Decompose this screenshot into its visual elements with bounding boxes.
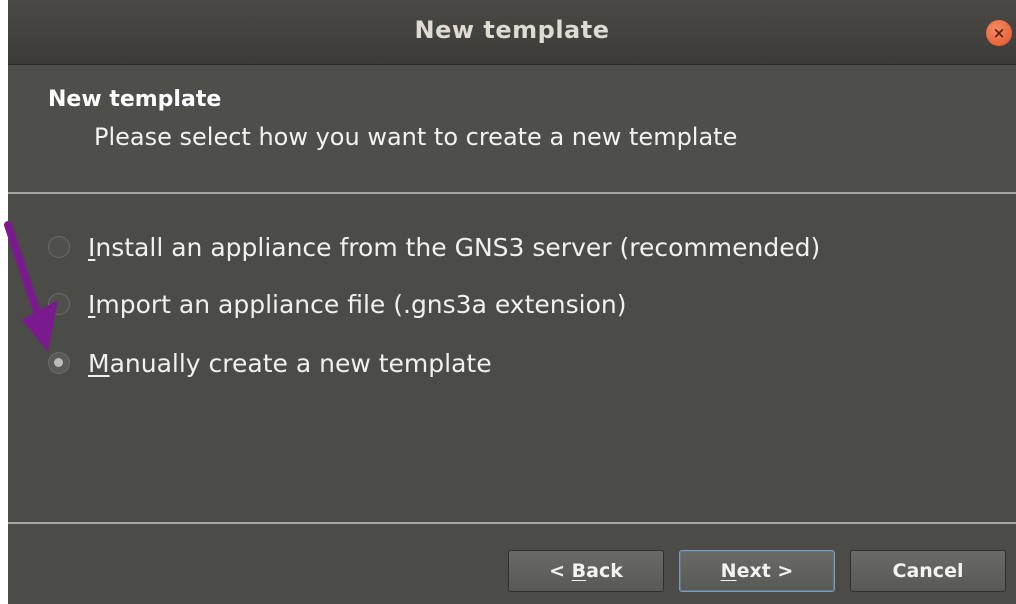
page-subtitle: Please select how you want to create a n…: [94, 123, 738, 151]
option-label[interactable]: Import an appliance file (.gns3a extensi…: [88, 290, 626, 319]
annotation-arrow-icon: [4, 221, 58, 352]
cancel-button[interactable]: Cancel: [850, 550, 1006, 592]
back-button[interactable]: < Back: [508, 550, 664, 592]
option-manually-create[interactable]: Manually create a new template: [48, 345, 492, 381]
option-import-appliance-file[interactable]: Import an appliance file (.gns3a extensi…: [48, 286, 626, 322]
window-title: New template: [414, 16, 610, 44]
footer-divider: [8, 522, 1016, 524]
header-divider: [8, 192, 1016, 194]
option-label[interactable]: Manually create a new template: [88, 349, 492, 378]
next-button[interactable]: Next >: [679, 550, 835, 592]
new-template-dialog: New template × New template Please selec…: [8, 0, 1016, 604]
wizard-header: New template Please select how you want …: [8, 65, 1016, 192]
option-install-from-server[interactable]: Install an appliance from the GNS3 serve…: [48, 229, 820, 265]
option-label[interactable]: Install an appliance from the GNS3 serve…: [88, 233, 820, 262]
close-icon[interactable]: ×: [986, 20, 1012, 46]
title-bar[interactable]: New template ×: [8, 0, 1016, 65]
arrow-shaft: [4, 221, 44, 324]
